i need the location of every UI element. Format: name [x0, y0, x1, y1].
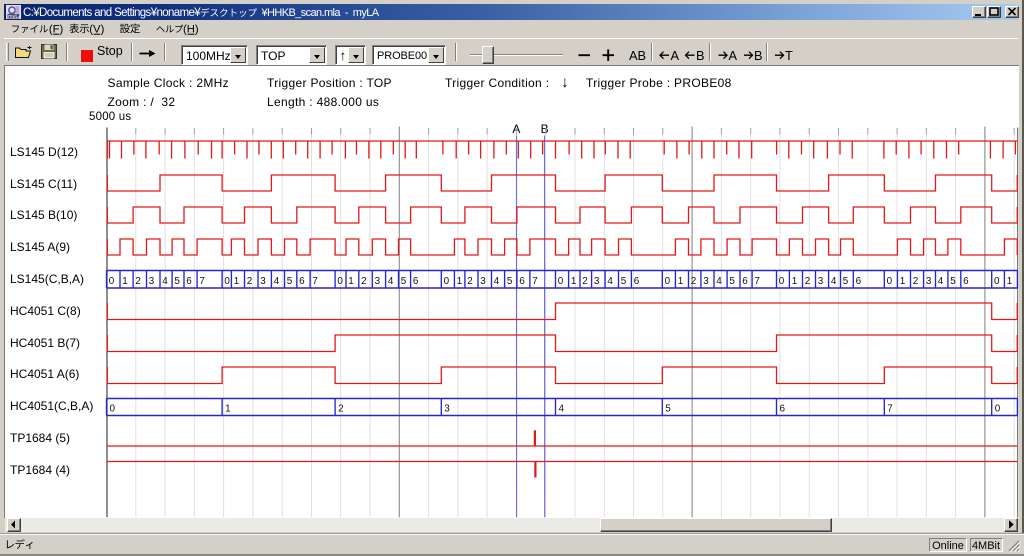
svg-text:4: 4: [938, 276, 944, 287]
svg-text:6: 6: [186, 276, 192, 287]
svg-text:5: 5: [174, 276, 180, 287]
svg-text:4: 4: [607, 276, 613, 287]
svg-text:7: 7: [887, 404, 893, 415]
svg-text:6: 6: [634, 276, 640, 287]
svg-text:5: 5: [950, 276, 956, 287]
svg-text:0: 0: [110, 404, 116, 415]
svg-text:0: 0: [887, 276, 893, 287]
svg-text:5: 5: [401, 276, 407, 287]
svg-text:0: 0: [224, 276, 230, 287]
svg-text:4: 4: [831, 276, 837, 287]
svg-text:2: 2: [135, 276, 141, 287]
svg-text:5: 5: [729, 276, 735, 287]
svg-text:6: 6: [963, 276, 969, 287]
svg-text:1: 1: [571, 276, 577, 287]
svg-text:0: 0: [558, 276, 564, 287]
svg-text:0: 0: [994, 276, 1000, 287]
svg-text:5: 5: [665, 404, 671, 415]
svg-text:7: 7: [754, 276, 760, 287]
svg-text:3: 3: [480, 276, 486, 287]
svg-text:1: 1: [122, 276, 128, 287]
svg-text:0: 0: [779, 276, 785, 287]
svg-text:1: 1: [678, 276, 684, 287]
svg-text:0: 0: [995, 404, 1001, 415]
svg-text:0: 0: [337, 276, 343, 287]
svg-text:2: 2: [691, 276, 697, 287]
svg-text:4: 4: [716, 276, 722, 287]
svg-text:1: 1: [1007, 276, 1013, 287]
svg-text:5: 5: [507, 276, 513, 287]
svg-text:2: 2: [582, 276, 588, 287]
svg-text:4: 4: [162, 276, 168, 287]
svg-text:1: 1: [900, 276, 906, 287]
svg-text:1: 1: [234, 276, 240, 287]
svg-text:2: 2: [805, 276, 811, 287]
svg-text:2: 2: [913, 276, 919, 287]
svg-text:3: 3: [594, 276, 600, 287]
svg-text:6: 6: [519, 276, 525, 287]
svg-text:3: 3: [818, 276, 824, 287]
svg-text:3: 3: [703, 276, 709, 287]
svg-text:7: 7: [312, 276, 318, 287]
svg-text:0: 0: [444, 276, 450, 287]
svg-text:2: 2: [467, 276, 473, 287]
svg-text:2: 2: [247, 276, 253, 287]
svg-text:6: 6: [856, 276, 862, 287]
svg-text:6: 6: [299, 276, 305, 287]
svg-text:4: 4: [494, 276, 500, 287]
svg-text:1: 1: [348, 276, 354, 287]
svg-text:2: 2: [361, 276, 367, 287]
svg-text:7: 7: [532, 276, 538, 287]
svg-text:6: 6: [780, 404, 786, 415]
svg-text:3: 3: [926, 276, 932, 287]
svg-text:4: 4: [388, 276, 394, 287]
svg-text:2: 2: [338, 404, 344, 415]
svg-text:7: 7: [199, 276, 205, 287]
svg-text:5: 5: [843, 276, 849, 287]
svg-text:0: 0: [109, 276, 115, 287]
svg-text:3: 3: [444, 404, 450, 415]
svg-text:0: 0: [665, 276, 671, 287]
svg-text:5: 5: [621, 276, 627, 287]
svg-text:3: 3: [375, 276, 381, 287]
svg-text:1: 1: [792, 276, 798, 287]
svg-text:1: 1: [225, 404, 231, 415]
svg-text:3: 3: [149, 276, 155, 287]
svg-text:1: 1: [457, 276, 463, 287]
svg-text:3: 3: [260, 276, 266, 287]
svg-text:4: 4: [559, 404, 565, 415]
svg-text:4: 4: [274, 276, 280, 287]
svg-text:5: 5: [287, 276, 293, 287]
svg-text:6: 6: [742, 276, 748, 287]
svg-text:6: 6: [413, 276, 419, 287]
